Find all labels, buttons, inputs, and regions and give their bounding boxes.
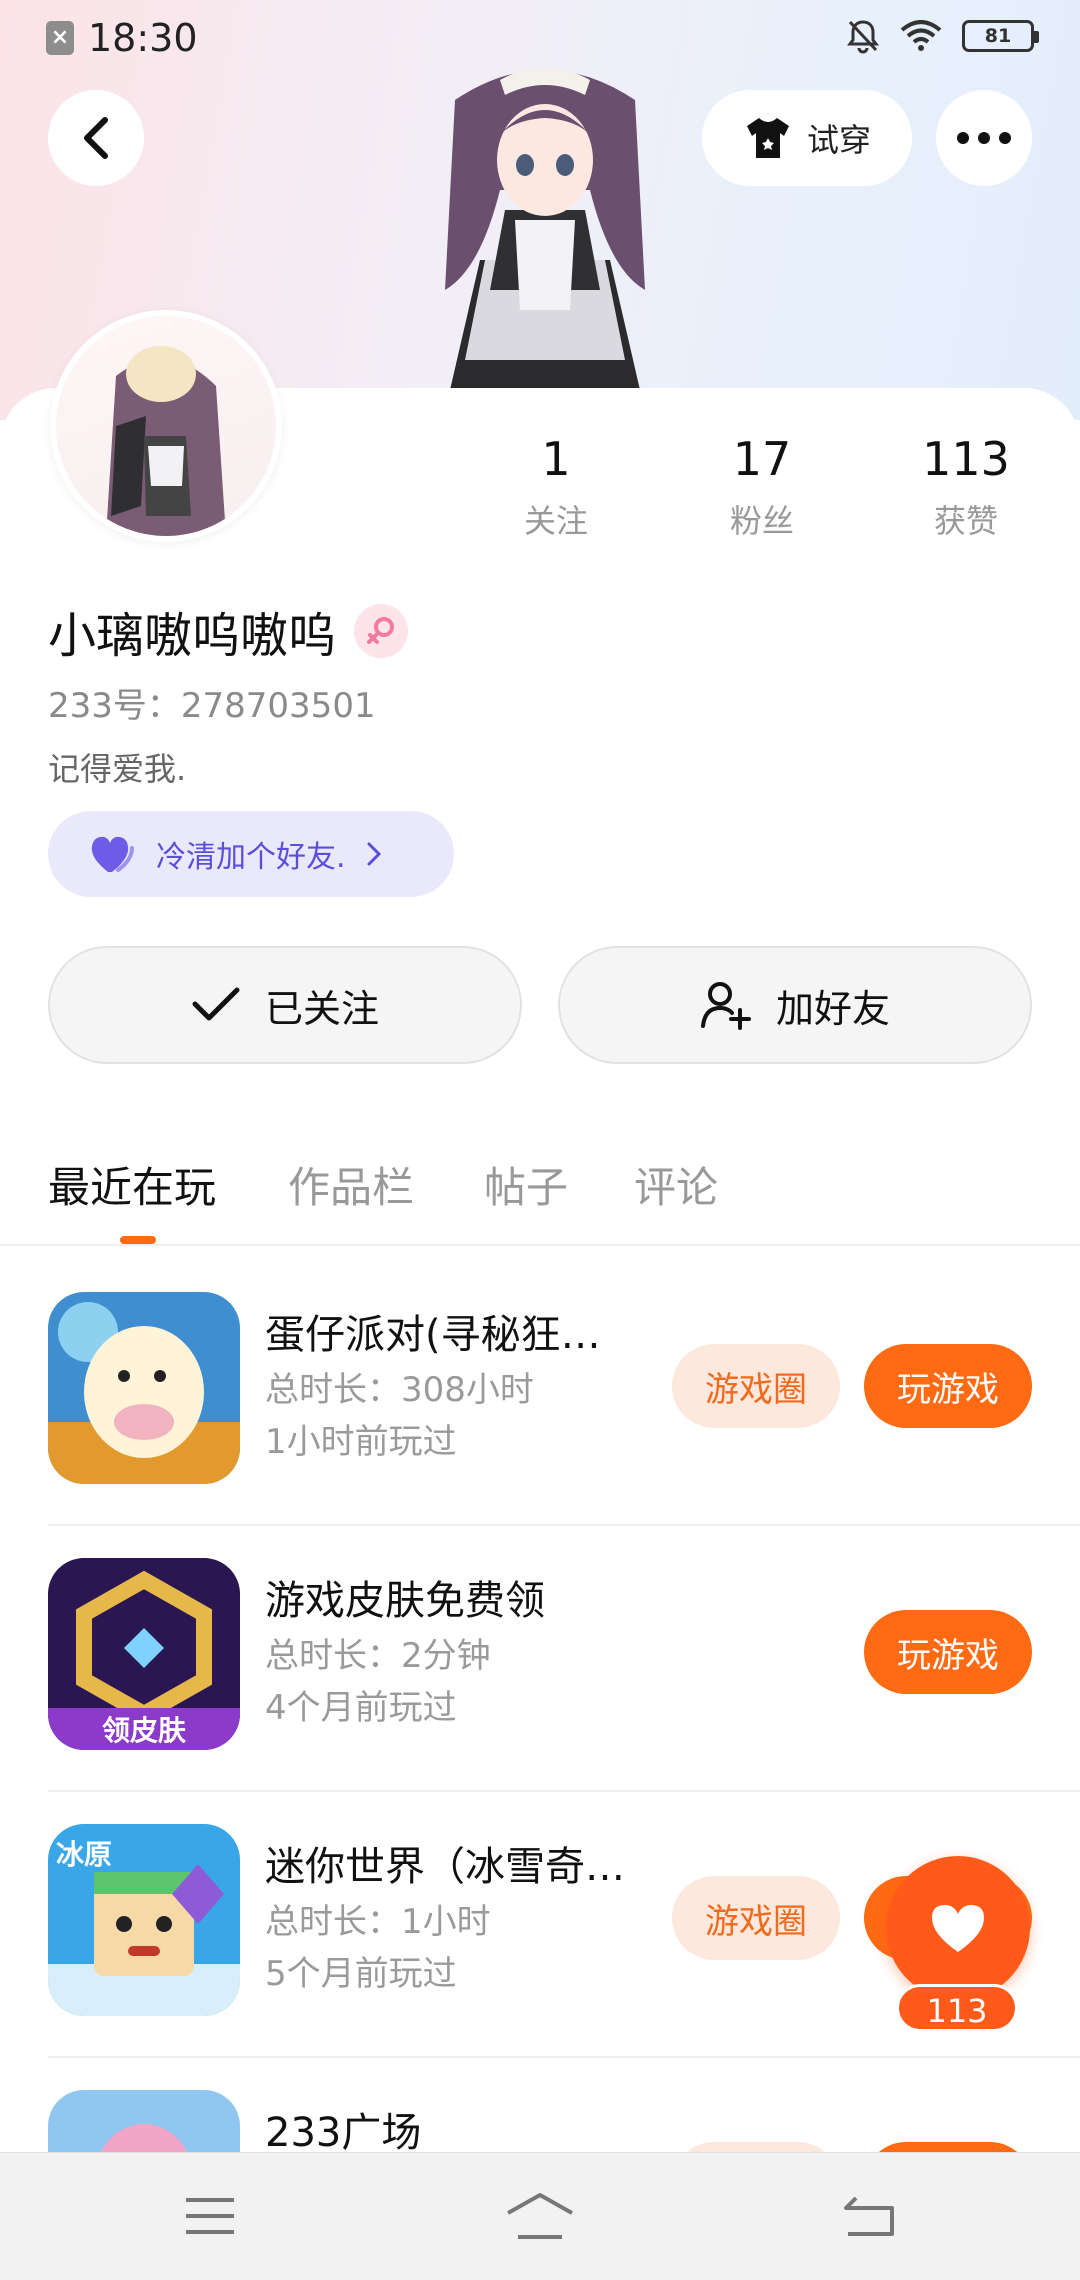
system-navigation-bar <box>0 2152 1080 2280</box>
chevron-right-icon <box>367 842 381 866</box>
game-icon-eggy-party <box>48 1292 240 1484</box>
chevron-left-icon <box>84 117 108 159</box>
tab-recently-played[interactable]: 最近在玩 <box>48 1154 216 1215</box>
stat-followers[interactable]: 17 粉丝 <box>682 432 842 542</box>
username: 小璃嗷呜嗷呜 <box>48 608 337 664</box>
followers-count: 17 <box>732 432 792 486</box>
active-tab-indicator <box>120 1236 156 1244</box>
likes-label: 获赞 <box>933 502 998 540</box>
home-button[interactable] <box>500 2183 580 2249</box>
following-button[interactable]: 已关注 <box>48 946 522 1064</box>
back-arrow-icon <box>844 2196 894 2236</box>
avatar[interactable] <box>50 310 282 542</box>
status-time: 18:30 <box>88 16 198 60</box>
menu-icon <box>186 2198 234 2234</box>
stat-following[interactable]: 1 关注 <box>476 432 636 542</box>
play-game-button[interactable]: 玩游戏 <box>864 1610 1032 1694</box>
battery-level: 81 <box>984 25 1012 47</box>
add-friend-label: 加好友 <box>775 986 890 1031</box>
game-icon-label: 领皮肤 <box>102 1714 187 1747</box>
bell-muted-icon <box>847 20 879 54</box>
try-on-button[interactable]: 试穿 <box>702 90 912 186</box>
list-item[interactable]: 领皮肤 游戏皮肤免费领 总时长：2分钟 4个月前玩过 玩游戏 <box>0 1526 1080 1792</box>
play-game-button[interactable]: 玩游戏 <box>864 1344 1032 1428</box>
game-circle-button[interactable]: 游戏圈 <box>672 1344 840 1428</box>
back-button[interactable] <box>48 90 144 186</box>
game-last-played: 5个月前玩过 <box>265 1954 457 1994</box>
shirt-icon <box>746 118 789 158</box>
add-friend-button[interactable]: 加好友 <box>558 946 1032 1064</box>
game-title: 233广场 <box>265 2110 422 2156</box>
battery-indicator: 81 <box>962 20 1039 52</box>
game-duration: 总时长：2分钟 <box>265 1636 491 1676</box>
more-options-button[interactable] <box>936 90 1032 186</box>
followers-label: 粉丝 <box>729 502 794 540</box>
game-last-played: 1小时前玩过 <box>265 1422 457 1462</box>
username-row: 小璃嗷呜嗷呜 <box>48 596 409 666</box>
try-on-label: 试穿 <box>806 121 871 159</box>
user-id: 233号：278703501 <box>48 686 376 726</box>
list-item[interactable]: 蛋仔派对(寻秘狂… 总时长：308小时 1小时前玩过 游戏圈 玩游戏 <box>0 1260 1080 1526</box>
checkmark-icon <box>192 987 240 1021</box>
female-gender-icon <box>354 604 409 658</box>
game-title: 蛋仔派对(寻秘狂… <box>265 1312 601 1358</box>
game-icon-skin-free: 领皮肤 <box>48 1558 240 1750</box>
back-nav-button[interactable] <box>830 2183 910 2249</box>
game-last-played: 4个月前玩过 <box>265 1688 457 1728</box>
heart-icon <box>932 1905 984 1952</box>
game-icon-mini-world: 冰原 <box>48 1824 240 2016</box>
friend-status-pill[interactable]: 冷清加个好友. <box>48 811 454 897</box>
game-duration: 总时长：1小时 <box>265 1902 491 1942</box>
following-button-label: 已关注 <box>264 986 379 1031</box>
tab-works[interactable]: 作品栏 <box>288 1154 414 1215</box>
no-sim-icon: × <box>46 21 74 55</box>
profile-tabs: 最近在玩 作品栏 帖子 评论 <box>0 1140 1080 1246</box>
avatar-image <box>106 346 226 536</box>
likes-count: 113 <box>922 432 1010 486</box>
tab-posts[interactable]: 帖子 <box>484 1154 568 1215</box>
game-title: 迷你世界（冰雪奇… <box>265 1844 625 1890</box>
stat-likes[interactable]: 113 获赞 <box>886 432 1046 542</box>
more-dots-icon <box>957 132 1011 144</box>
avatar-character-illustration <box>445 67 645 390</box>
menu-button[interactable] <box>170 2183 250 2249</box>
tab-comments[interactable]: 评论 <box>634 1154 718 1215</box>
user-signature: 记得爱我. <box>48 750 187 788</box>
following-count: 1 <box>541 432 571 486</box>
game-duration: 总时长：308小时 <box>265 1370 534 1410</box>
game-circle-button[interactable]: 游戏圈 <box>672 1876 840 1960</box>
home-icon <box>507 2193 573 2239</box>
like-count-badge: 113 <box>896 1984 1018 2032</box>
like-button[interactable] <box>886 1856 1030 2000</box>
heart-icon <box>91 836 134 872</box>
following-label: 关注 <box>523 502 588 540</box>
wifi-icon <box>900 20 942 51</box>
friend-pill-label: 冷清加个好友. <box>156 840 346 875</box>
game-title: 游戏皮肤免费领 <box>265 1578 545 1624</box>
game-icon-label: 冰原 <box>56 1838 112 1871</box>
add-user-icon <box>700 982 751 1030</box>
